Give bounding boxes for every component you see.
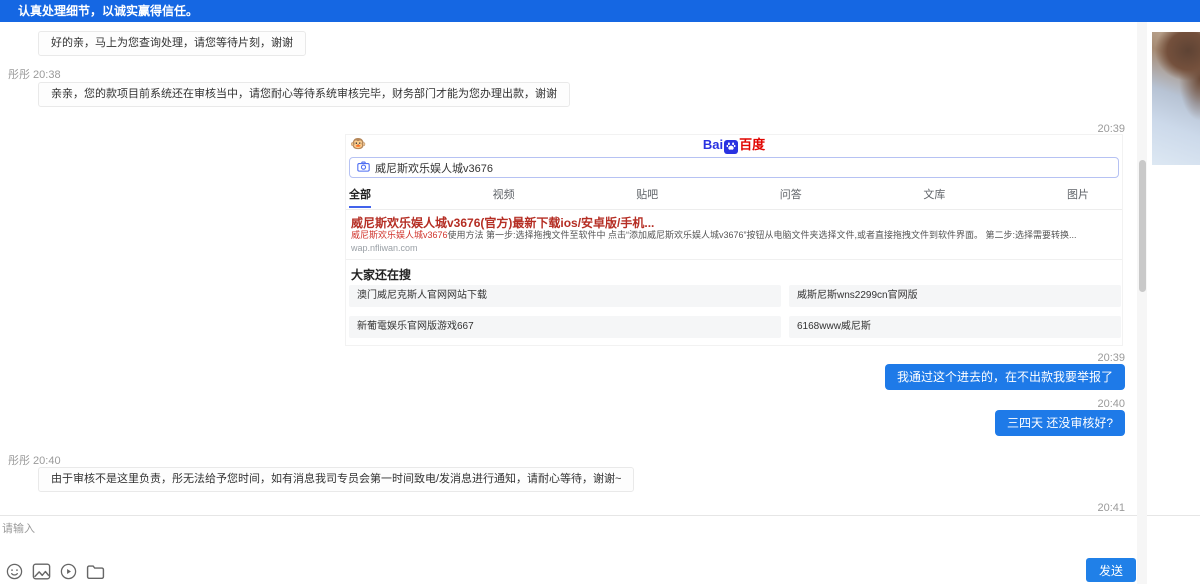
agent-message: 由于审核不是这里负责，彤无法给予您时间，如有消息我司专员会第一时间致电/发消息进… [38, 467, 634, 492]
active-tab-underline [349, 206, 371, 208]
emoji-picker-icon[interactable] [6, 563, 23, 584]
agent-avatar[interactable] [1152, 32, 1200, 165]
announcement-banner: 认真处理细节，以诚实赢得信任。 [0, 0, 1200, 22]
search-result-description: 威尼斯欢乐娱人城v3676使用方法 第一步:选择拖拽文件至软件中 点击“添加威尼… [351, 230, 1118, 241]
composer-toolbar [6, 563, 105, 584]
message-timestamp: 20:41 [1097, 502, 1125, 514]
tab-all: 全部 [349, 186, 371, 202]
baidu-tabs: 全部 视频 贴吧 问答 文库 图片 [349, 186, 1089, 202]
related-search-item: 澳门威尼克斯人官网网站下载 [349, 285, 781, 307]
send-button[interactable]: 发送 [1086, 558, 1136, 582]
tabs-divider [346, 209, 1122, 210]
scrollbar-track[interactable] [1137, 22, 1147, 584]
baidu-paw-icon [724, 140, 738, 154]
baidu-search-box: 威尼斯欢乐娱人城v3676 [349, 157, 1119, 178]
announcement-text: 认真处理细节，以诚实赢得信任。 [18, 4, 198, 18]
tab-wenku: 文库 [923, 186, 945, 202]
tab-qa: 问答 [780, 186, 802, 202]
tab-images: 图片 [1067, 186, 1089, 202]
message-input[interactable] [2, 520, 902, 556]
search-query-text: 威尼斯欢乐娱人城v3676 [375, 160, 493, 176]
related-search-item: 新葡電娱乐官网版游戏667 [349, 316, 781, 338]
related-searches-header: 大家还在搜 [351, 266, 411, 283]
message-composer: 发送 [0, 515, 1200, 584]
related-search-item: 6168www威尼斯 [789, 316, 1121, 338]
file-folder-icon[interactable] [86, 564, 105, 584]
agent-name-timestamp: 彤彤 20:40 [8, 452, 61, 468]
related-search-item: 威斯尼斯wns2299cn官网版 [789, 285, 1121, 307]
image-upload-icon[interactable] [32, 563, 51, 584]
description-highlight: 威尼斯欢乐娱人城v3676 [351, 230, 448, 240]
baidu-logo: Bai 百度 [346, 137, 1122, 154]
baidu-screenshot-attachment[interactable]: 🐵 Bai百度 威尼斯欢乐娱人城v3676 全部 视频 贴吧 问答 文库 图片 … [345, 134, 1123, 346]
message-timestamp: 20:40 [1097, 398, 1125, 410]
tab-video: 视频 [493, 186, 515, 202]
scrollbar-thumb[interactable] [1139, 160, 1146, 292]
baidu-logo-du-text: 百度 [739, 137, 765, 152]
message-text: 好的亲，马上为您查询处理，请您等待片刻，谢谢 [51, 37, 293, 49]
user-message: 我通过这个进去的，在不出款我要举报了 [885, 364, 1125, 390]
tab-tieba: 贴吧 [636, 186, 658, 202]
agent-message: 好的亲，马上为您查询处理，请您等待片刻，谢谢 [38, 31, 306, 56]
agent-name-timestamp: 彤彤 20:38 [8, 66, 61, 82]
video-upload-icon[interactable] [60, 563, 77, 584]
chat-window: 认真处理细节，以诚实赢得信任。 好的亲，马上为您查询处理，请您等待片刻，谢谢 彤… [0, 0, 1200, 584]
description-rest: 使用方法 第一步:选择拖拽文件至软件中 点击“添加威尼斯欢乐娱人城v3676”按… [448, 230, 1077, 240]
search-result-title: 威尼斯欢乐娱人城v3676(官方)最新下载ios/安卓版/手机... [351, 214, 654, 231]
user-message: 三四天 还没审核好? [995, 410, 1125, 436]
camera-icon [357, 159, 370, 177]
message-timestamp: 20:39 [1097, 352, 1125, 364]
baidu-logo-bai-text: Bai [703, 137, 723, 152]
search-result-url: wap.nfliwan.com [351, 243, 418, 253]
message-text: 我通过这个进去的，在不出款我要举报了 [897, 370, 1113, 384]
message-text: 三四天 还没审核好? [1007, 416, 1113, 430]
agent-message: 亲亲，您的款项目前系统还在审核当中，请您耐心等待系统审核完毕，财务部门才能为您办… [38, 82, 570, 107]
result-divider [346, 259, 1122, 260]
message-text: 由于审核不是这里负责，彤无法给予您时间，如有消息我司专员会第一时间致电/发消息进… [51, 473, 621, 485]
message-text: 亲亲，您的款项目前系统还在审核当中，请您耐心等待系统审核完毕，财务部门才能为您办… [51, 88, 557, 100]
